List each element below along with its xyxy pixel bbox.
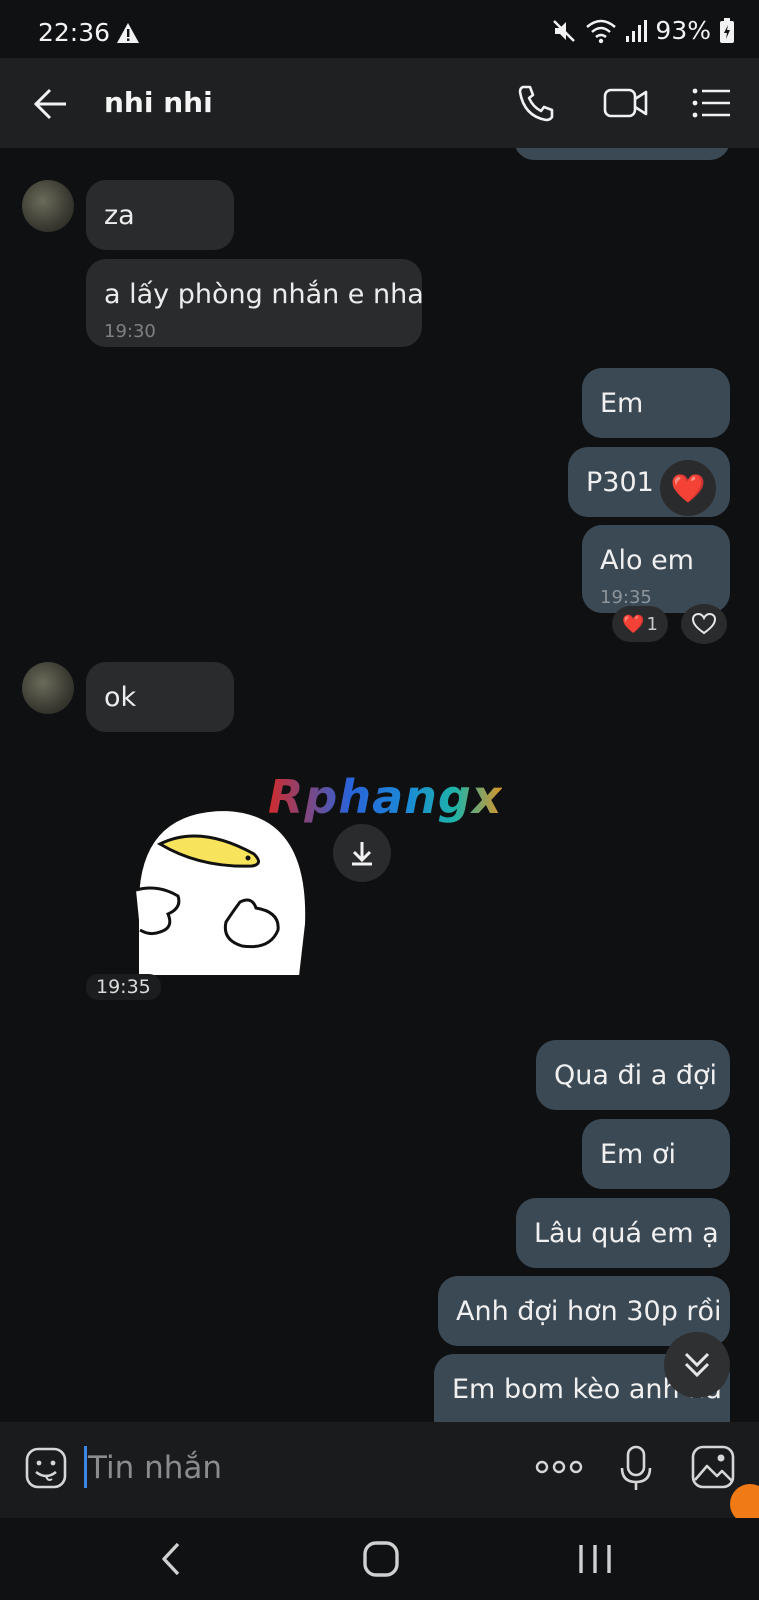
message-text: a lấy phòng nhắn e nha: [104, 279, 424, 310]
mute-icon: [553, 19, 576, 42]
message-bubble[interactable]: za: [86, 180, 234, 250]
reaction-badge[interactable]: ❤️: [660, 460, 716, 516]
phone-icon[interactable]: [514, 82, 560, 124]
status-bar: 22:36 93%: [0, 0, 759, 58]
message-bubble-partial[interactable]: [514, 148, 730, 160]
warning-icon: [117, 23, 139, 43]
message-time: 19:35: [86, 974, 161, 1000]
more-icon[interactable]: [534, 1452, 584, 1482]
nav-recents-icon[interactable]: [572, 1534, 618, 1584]
message-text: Em: [600, 388, 644, 419]
message-input[interactable]: Tin nhắn: [88, 1450, 222, 1486]
battery-icon: [720, 17, 734, 43]
message-bubble[interactable]: Alo em 19:35: [582, 525, 730, 613]
message-text: Qua đi a đợi: [554, 1060, 718, 1091]
message-bubble[interactable]: Lâu quá em ạ: [516, 1198, 730, 1268]
heart-reaction: ❤️: [622, 613, 645, 635]
message-time: 19:35: [600, 587, 652, 608]
text-cursor: [84, 1446, 87, 1488]
video-call-icon[interactable]: [603, 82, 649, 124]
emoji-icon[interactable]: [24, 1446, 68, 1490]
nav-home-icon[interactable]: [358, 1534, 404, 1584]
battery-percent: 93%: [655, 16, 711, 45]
scroll-to-bottom-button[interactable]: [664, 1332, 730, 1398]
reaction-count: 1: [646, 613, 658, 635]
reaction-count-badge[interactable]: ❤️ 1: [612, 606, 668, 642]
heart-outline-icon: [691, 612, 717, 635]
avatar[interactable]: [22, 180, 74, 232]
signal-icon: [626, 19, 648, 42]
double-chevron-down-icon: [684, 1352, 710, 1378]
message-bubble[interactable]: ok: [86, 662, 234, 732]
message-list[interactable]: za a lấy phòng nhắn e nha 19:30 Em P301 …: [0, 148, 759, 1422]
message-time: 19:30: [104, 321, 156, 342]
avatar[interactable]: [22, 662, 74, 714]
nav-back-icon[interactable]: [150, 1534, 190, 1584]
message-composer: Tin nhắn: [0, 1422, 759, 1518]
message-text: Em ơi: [600, 1139, 676, 1170]
message-bubble[interactable]: Qua đi a đợi: [536, 1040, 730, 1110]
download-icon: [352, 842, 372, 866]
microphone-icon[interactable]: [616, 1444, 656, 1494]
system-navigation-bar: [0, 1518, 759, 1600]
heart-reaction: ❤️: [670, 471, 706, 505]
message-bubble[interactable]: Em ơi: [582, 1119, 730, 1189]
message-text: Anh đợi hơn 30p rồi: [456, 1296, 722, 1327]
wifi-icon: [586, 19, 617, 43]
message-text: Alo em: [600, 545, 694, 576]
message-bubble[interactable]: Em: [582, 368, 730, 438]
duck-sticker[interactable]: [130, 804, 316, 976]
add-reaction-button[interactable]: [681, 604, 727, 644]
message-text: ok: [104, 682, 137, 713]
message-text: za: [104, 200, 135, 231]
download-button[interactable]: [333, 824, 391, 882]
status-time: 22:36: [38, 18, 111, 47]
message-text: Lâu quá em ạ: [534, 1218, 719, 1249]
chat-header: nhi nhi: [0, 58, 759, 148]
back-arrow-icon[interactable]: [32, 84, 72, 124]
gallery-icon[interactable]: [690, 1444, 736, 1490]
menu-icon[interactable]: [690, 82, 736, 124]
contact-name[interactable]: nhi nhi: [104, 86, 213, 119]
message-bubble[interactable]: a lấy phòng nhắn e nha 19:30: [86, 259, 424, 347]
